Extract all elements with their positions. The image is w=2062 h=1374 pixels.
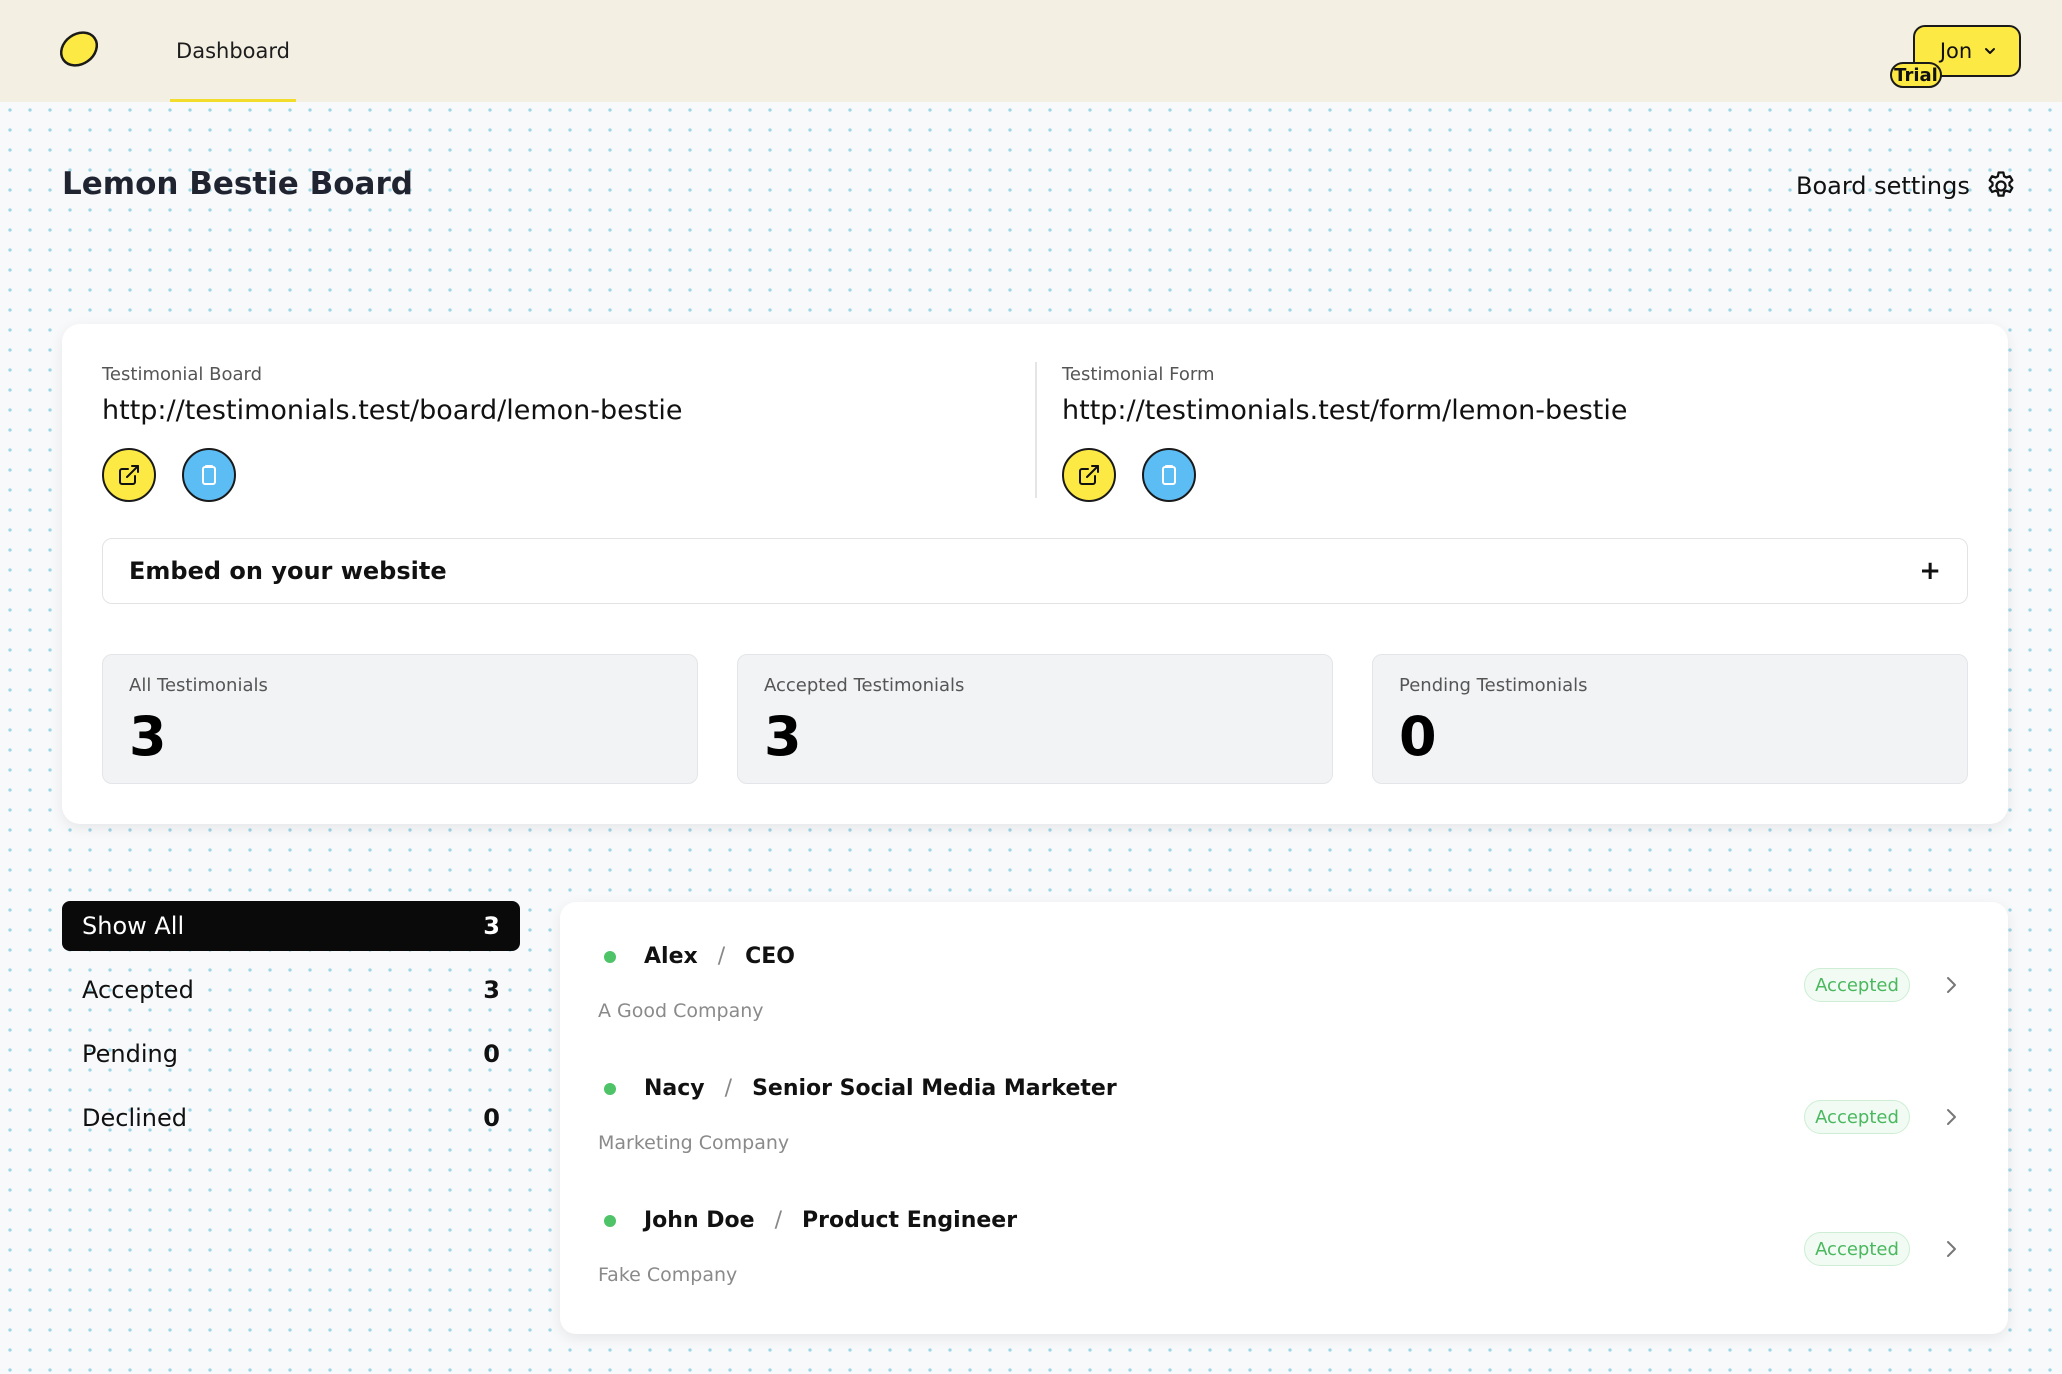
filter-label: Declined [82, 1104, 187, 1132]
testimonial-author: Alex [644, 944, 698, 969]
status-dot [604, 1214, 616, 1227]
board-link-label: Testimonial Board [102, 364, 263, 385]
stat-label: Accepted Testimonials [764, 675, 965, 696]
copy-form-link-button[interactable] [1142, 448, 1196, 502]
filter-show-all[interactable]: Show All 3 [62, 901, 520, 951]
status-dot [604, 950, 616, 963]
stat-accepted-testimonials: Accepted Testimonials 3 [737, 654, 1333, 784]
board-overview-card: Testimonial Board http://testimonials.te… [62, 324, 2008, 824]
gear-icon [1988, 171, 2014, 197]
testimonial-form-link-block: Testimonial Form http://testimonials.tes… [1062, 364, 1628, 502]
stat-pending-testimonials: Pending Testimonials 0 [1372, 654, 1968, 784]
status-badge: Accepted [1804, 968, 1910, 1002]
stat-value: 0 [1399, 705, 1437, 768]
testimonial-board-link-block: Testimonial Board http://testimonials.te… [102, 364, 683, 502]
form-link-label: Testimonial Form [1062, 364, 1215, 385]
open-form-button[interactable] [1062, 448, 1116, 502]
testimonials-list: Alex / CEO A Good Company Accepted Nacy … [560, 902, 2008, 1334]
copy-board-link-button[interactable] [182, 448, 236, 502]
board-settings-label: Board settings [1796, 172, 1970, 200]
nav-active-indicator [170, 99, 296, 102]
links-divider [1035, 362, 1037, 498]
filter-label: Pending [82, 1040, 178, 1068]
status-badge: Accepted [1804, 1232, 1910, 1266]
filter-label: Accepted [82, 976, 194, 1004]
clipboard-icon [1162, 465, 1176, 485]
filter-declined[interactable]: Declined 0 [62, 1093, 520, 1143]
testimonial-author: Nacy [644, 1076, 705, 1101]
testimonial-role: Senior Social Media Marketer [752, 1076, 1117, 1101]
plan-badge: Trial [1890, 62, 1942, 88]
filter-label: Show All [82, 912, 185, 940]
filter-count: 0 [483, 1104, 500, 1132]
filter-count: 3 [483, 912, 500, 940]
form-link-url[interactable]: http://testimonials.test/form/lemon-best… [1062, 395, 1628, 426]
testimonial-company: Fake Company [598, 1264, 738, 1286]
testimonial-company: A Good Company [598, 1000, 764, 1022]
nav-dashboard-link[interactable]: Dashboard [170, 0, 296, 102]
stat-all-testimonials: All Testimonials 3 [102, 654, 698, 784]
testimonial-company: Marketing Company [598, 1132, 790, 1154]
page-title: Lemon Bestie Board [62, 166, 413, 202]
filter-count: 3 [483, 976, 500, 1004]
chevron-down-icon [1985, 48, 1996, 54]
embed-accordion[interactable]: Embed on your website + [102, 538, 1968, 604]
chevron-right-icon[interactable] [1940, 1106, 1962, 1128]
separator: / [724, 1076, 733, 1101]
filter-count: 0 [483, 1040, 500, 1068]
testimonial-role: CEO [745, 944, 795, 969]
board-settings-button[interactable]: Board settings [1796, 164, 2018, 208]
testimonial-row[interactable]: Alex / CEO A Good Company Accepted [560, 902, 2008, 1034]
separator: / [774, 1208, 783, 1233]
user-name: Jon [1939, 39, 1973, 63]
filter-accepted[interactable]: Accepted 3 [62, 965, 520, 1015]
open-board-button[interactable] [102, 448, 156, 502]
stat-value: 3 [129, 705, 167, 768]
top-navbar: Dashboard Jon Trial [0, 0, 2062, 102]
clipboard-icon [202, 465, 216, 485]
testimonial-role: Product Engineer [802, 1208, 1018, 1233]
testimonial-row[interactable]: Nacy / Senior Social Media Marketer Mark… [560, 1034, 2008, 1166]
board-link-url[interactable]: http://testimonials.test/board/lemon-bes… [102, 395, 683, 426]
stat-value: 3 [764, 705, 802, 768]
status-badge: Accepted [1804, 1100, 1910, 1134]
external-link-icon [1079, 465, 1099, 485]
testimonial-author: John Doe [644, 1208, 755, 1233]
embed-label: Embed on your website [129, 557, 447, 585]
external-link-icon [119, 465, 139, 485]
chevron-right-icon[interactable] [1940, 974, 1962, 996]
status-dot [604, 1082, 616, 1095]
testimonial-row[interactable]: John Doe / Product Engineer Fake Company… [560, 1166, 2008, 1298]
stat-label: Pending Testimonials [1399, 675, 1588, 696]
plus-icon[interactable]: + [1919, 556, 1941, 586]
lemon-icon[interactable] [56, 26, 102, 72]
stat-label: All Testimonials [129, 675, 268, 696]
filter-pending[interactable]: Pending 0 [62, 1029, 520, 1079]
chevron-right-icon[interactable] [1940, 1238, 1962, 1260]
separator: / [717, 944, 726, 969]
